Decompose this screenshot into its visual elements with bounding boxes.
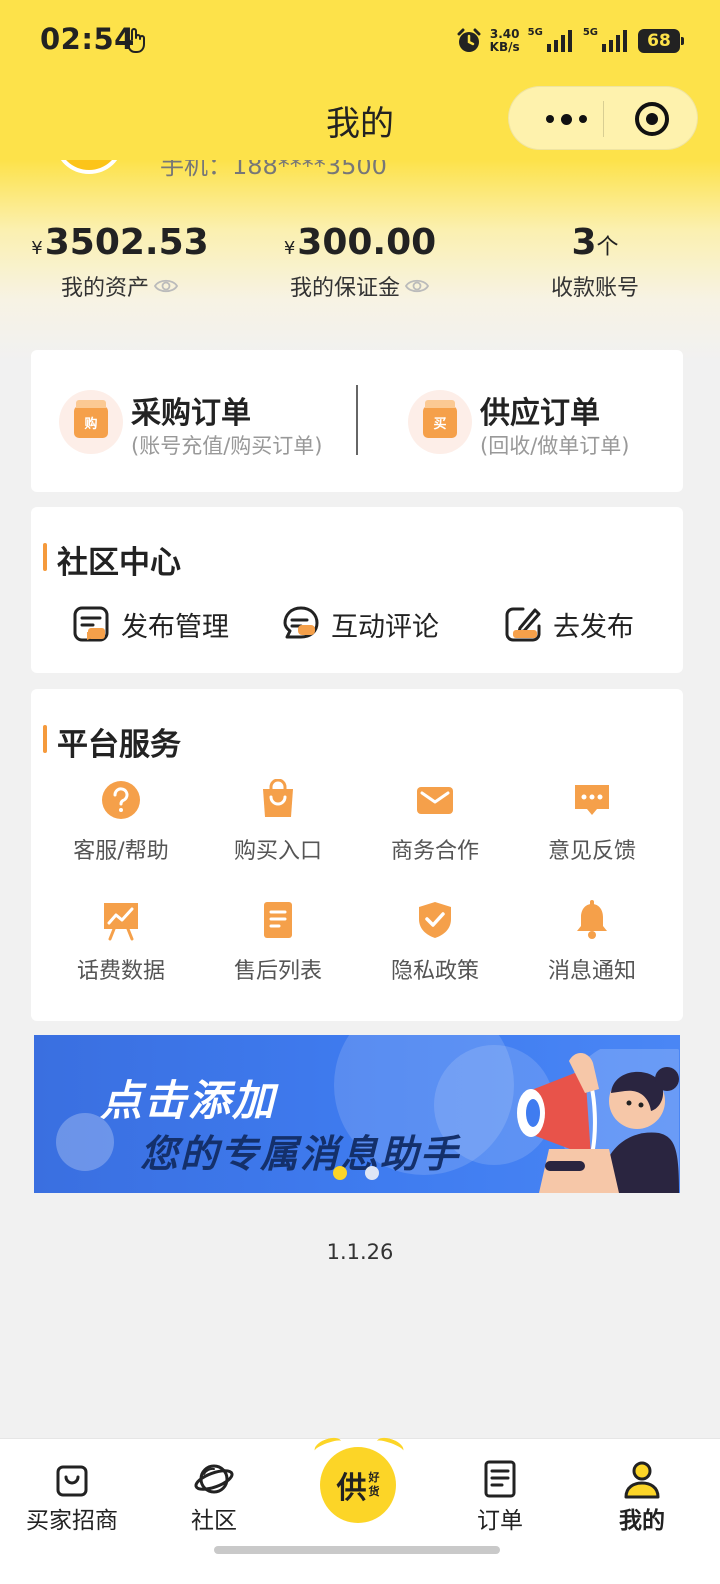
stat-assets[interactable]: ¥3502.53 我的资产 — [0, 222, 240, 302]
chart-board-icon — [104, 903, 138, 941]
signal-1-label: 5G — [527, 26, 543, 38]
status-bar: 02:54 3.40 KB/s 5G 5G 68 — [0, 0, 720, 80]
center-logo-main: 供 — [336, 1471, 367, 1506]
eye-icon[interactable] — [404, 277, 430, 295]
stat-accounts[interactable]: 3个 收款账号 — [475, 222, 715, 302]
tab-orders[interactable]: 订单 — [428, 1459, 572, 1535]
app-version: 1.1.26 — [326, 1240, 394, 1264]
signal-2-label: 5G — [582, 26, 598, 38]
signal-bars-icon — [546, 30, 572, 52]
shopping-bag-icon — [263, 779, 293, 817]
tab-buyer-recruitment[interactable]: 买家招商 — [0, 1459, 144, 1535]
orders-card: 购 采购订单 (账号充值/购买订单) 买 供应订单 (回收/做单订单) — [31, 350, 683, 492]
promo-banner[interactable]: 点击添加 您的专属消息助手 — [34, 1035, 680, 1193]
center-logo-side: 好货 — [368, 1471, 380, 1498]
document-edit-icon — [73, 606, 109, 642]
status-indicators: 3.40 KB/s 5G 5G 68 — [456, 24, 684, 58]
chat-bubble-icon — [283, 606, 319, 639]
deposit-value: 300.00 — [297, 222, 437, 263]
accounts-value: 3 — [571, 222, 597, 263]
tab-mine[interactable]: 我的 — [570, 1459, 714, 1535]
avatar[interactable] — [55, 160, 123, 174]
service-notifications[interactable]: 消息通知 — [522, 899, 662, 985]
shopping-bag-icon: 买 — [408, 390, 472, 454]
profile-peek: 手机：188****3500 — [0, 160, 720, 184]
mail-icon — [417, 787, 453, 814]
pencil-icon — [505, 607, 541, 642]
shield-icon — [419, 902, 451, 938]
megaphone-girl-illustration — [517, 1049, 679, 1193]
planet-icon — [194, 1464, 234, 1494]
eye-icon[interactable] — [153, 277, 179, 295]
assets-label: 我的资产 — [60, 276, 149, 301]
purchase-orders-subtitle: (账号充值/购买订单) — [131, 434, 323, 458]
list-doc-icon — [264, 902, 292, 938]
feedback-icon — [575, 785, 609, 815]
services-card: 平台服务 客服/帮助 购买入口 商务合作 意见反馈 话费数据 售后列表 隐私政策… — [31, 689, 683, 1021]
service-feedback[interactable]: 意见反馈 — [522, 779, 662, 865]
dot-icon — [560, 113, 572, 125]
alarm-icon — [457, 28, 481, 52]
banner-subline: 您的专属消息助手 — [140, 1132, 461, 1176]
community-card: 社区中心 发布管理 互动评论 去发布 — [31, 507, 683, 673]
go-publish-button[interactable]: 去发布 — [503, 601, 634, 647]
shopping-bag-icon — [56, 1465, 88, 1497]
network-speed: 3.40 KB/s — [489, 27, 520, 54]
banner-headline: 点击添加 — [100, 1076, 277, 1125]
shopping-bag-icon: 购 — [59, 390, 123, 454]
capsule-divider — [603, 101, 604, 137]
antenna-decoration — [374, 1434, 406, 1458]
more-options-button[interactable] — [531, 87, 601, 151]
orders-divider — [356, 385, 358, 455]
community-title: 社区中心 — [43, 537, 181, 582]
services-title: 平台服务 — [43, 719, 181, 764]
status-time: 02:54 — [40, 22, 135, 56]
touch-hand-icon — [125, 28, 145, 53]
user-icon — [624, 1461, 660, 1499]
question-icon — [102, 781, 140, 819]
service-after-sales[interactable]: 售后列表 — [208, 899, 348, 985]
carousel-dot-active[interactable] — [333, 1166, 347, 1180]
purchase-orders-button[interactable]: 购 采购订单 (账号充值/购买订单) — [59, 388, 349, 458]
supply-orders-title: 供应订单 — [480, 396, 600, 431]
antenna-decoration — [312, 1434, 344, 1458]
dot-icon — [578, 115, 587, 123]
document-icon — [484, 1460, 516, 1498]
service-privacy[interactable]: 隐私政策 — [365, 899, 505, 985]
carousel-dot[interactable] — [365, 1166, 379, 1180]
signal-bars-icon — [602, 30, 627, 52]
service-purchase[interactable]: 购买入口 — [208, 779, 348, 865]
supply-orders-subtitle: (回收/做单订单) — [480, 434, 630, 458]
home-indicator[interactable] — [214, 1546, 500, 1554]
stat-deposit[interactable]: ¥300.00 我的保证金 — [240, 222, 480, 302]
accounts-label: 收款账号 — [550, 276, 639, 301]
mini-program-capsule — [508, 86, 698, 150]
deposit-label: 我的保证金 — [289, 276, 400, 301]
phone-number: 手机：188****3500 — [160, 160, 387, 180]
close-program-button[interactable] — [635, 102, 669, 136]
service-phone-data[interactable]: 话费数据 — [51, 899, 191, 985]
center-home-button[interactable]: 供 好货 — [312, 1434, 406, 1523]
bell-icon — [577, 900, 607, 939]
battery-indicator: 68 — [638, 29, 684, 53]
purchase-orders-title: 采购订单 — [131, 396, 251, 431]
dot-icon — [545, 115, 554, 123]
bottom-tab-bar: 买家招商 社区 供 好货 订单 我的 — [0, 1434, 720, 1584]
supply-orders-button[interactable]: 买 供应订单 (回收/做单订单) — [408, 388, 668, 458]
service-help[interactable]: 客服/帮助 — [51, 779, 191, 865]
assets-value: 3502.53 — [44, 222, 209, 263]
interactive-comments-button[interactable]: 互动评论 — [281, 601, 439, 647]
service-business[interactable]: 商务合作 — [365, 779, 505, 865]
tab-community[interactable]: 社区 — [142, 1459, 286, 1535]
publish-manage-button[interactable]: 发布管理 — [71, 601, 229, 647]
